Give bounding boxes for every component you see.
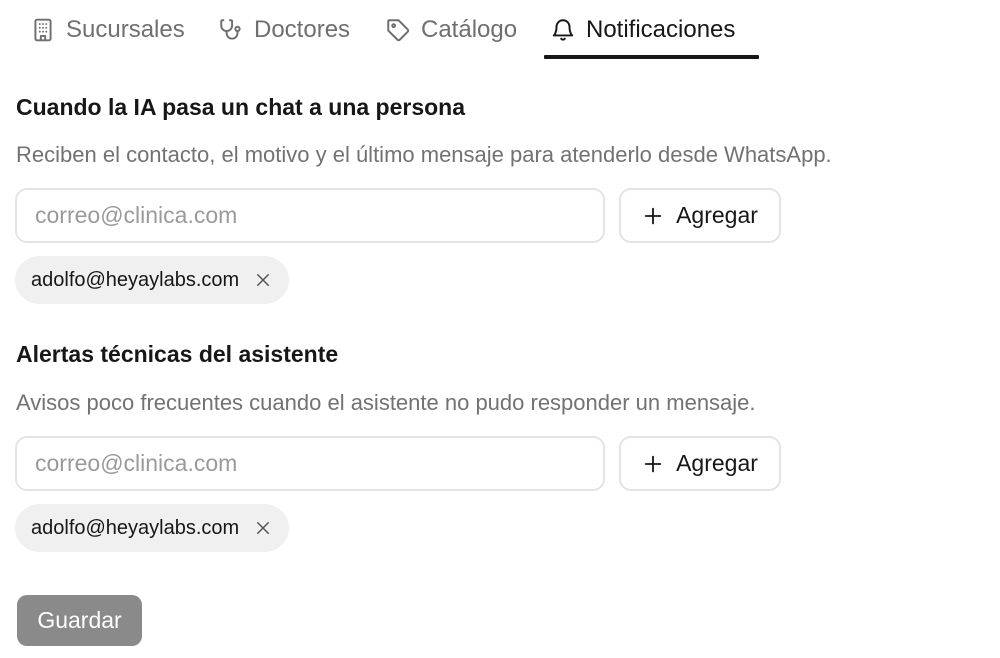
add-button-label: Agregar — [676, 202, 758, 228]
tab-doctores[interactable]: Doctores — [218, 0, 350, 60]
tab-label: Sucursales — [66, 16, 185, 43]
add-button-label: Agregar — [676, 450, 758, 476]
tab-notificaciones[interactable]: Notificaciones — [550, 0, 735, 60]
tab-label: Catálogo — [421, 16, 518, 43]
tab-label: Doctores — [254, 16, 351, 43]
bell-icon — [550, 17, 576, 43]
handoff-section-title: Cuando la IA pasa un chat a una persona — [16, 94, 466, 120]
settings-tabs: Sucursales Doctores Catálogo Notificacio… — [0, 0, 1000, 60]
building-icon — [30, 17, 56, 43]
tag-icon — [385, 17, 411, 43]
email-chip-label: adolfo@heyaylabs.com — [31, 268, 240, 291]
email-chip-label: adolfo@heyaylabs.com — [31, 516, 240, 539]
email-chip: adolfo@heyaylabs.com — [15, 504, 290, 552]
email-chip: adolfo@heyaylabs.com — [15, 256, 290, 304]
tab-label: Notificaciones — [586, 16, 736, 43]
plus-icon — [642, 205, 664, 227]
handoff-email-input[interactable] — [15, 188, 605, 243]
alerts-email-input[interactable] — [15, 436, 605, 491]
stethoscope-icon — [218, 17, 244, 43]
tab-sucursales[interactable]: Sucursales — [30, 0, 185, 60]
handoff-section-description: Reciben el contacto, el motivo y el últi… — [16, 142, 832, 167]
alerts-add-button[interactable]: Agregar — [619, 436, 781, 491]
alerts-section-description: Avisos poco frecuentes cuando el asisten… — [16, 390, 756, 415]
tab-catalogo[interactable]: Catálogo — [385, 0, 517, 60]
plus-icon — [642, 453, 664, 475]
remove-email-icon[interactable] — [251, 516, 275, 540]
alerts-section-title: Alertas técnicas del asistente — [16, 341, 339, 367]
handoff-add-button[interactable]: Agregar — [619, 188, 781, 243]
active-tab-indicator — [544, 55, 759, 59]
save-button[interactable]: Guardar — [17, 595, 142, 646]
remove-email-icon[interactable] — [251, 268, 275, 292]
